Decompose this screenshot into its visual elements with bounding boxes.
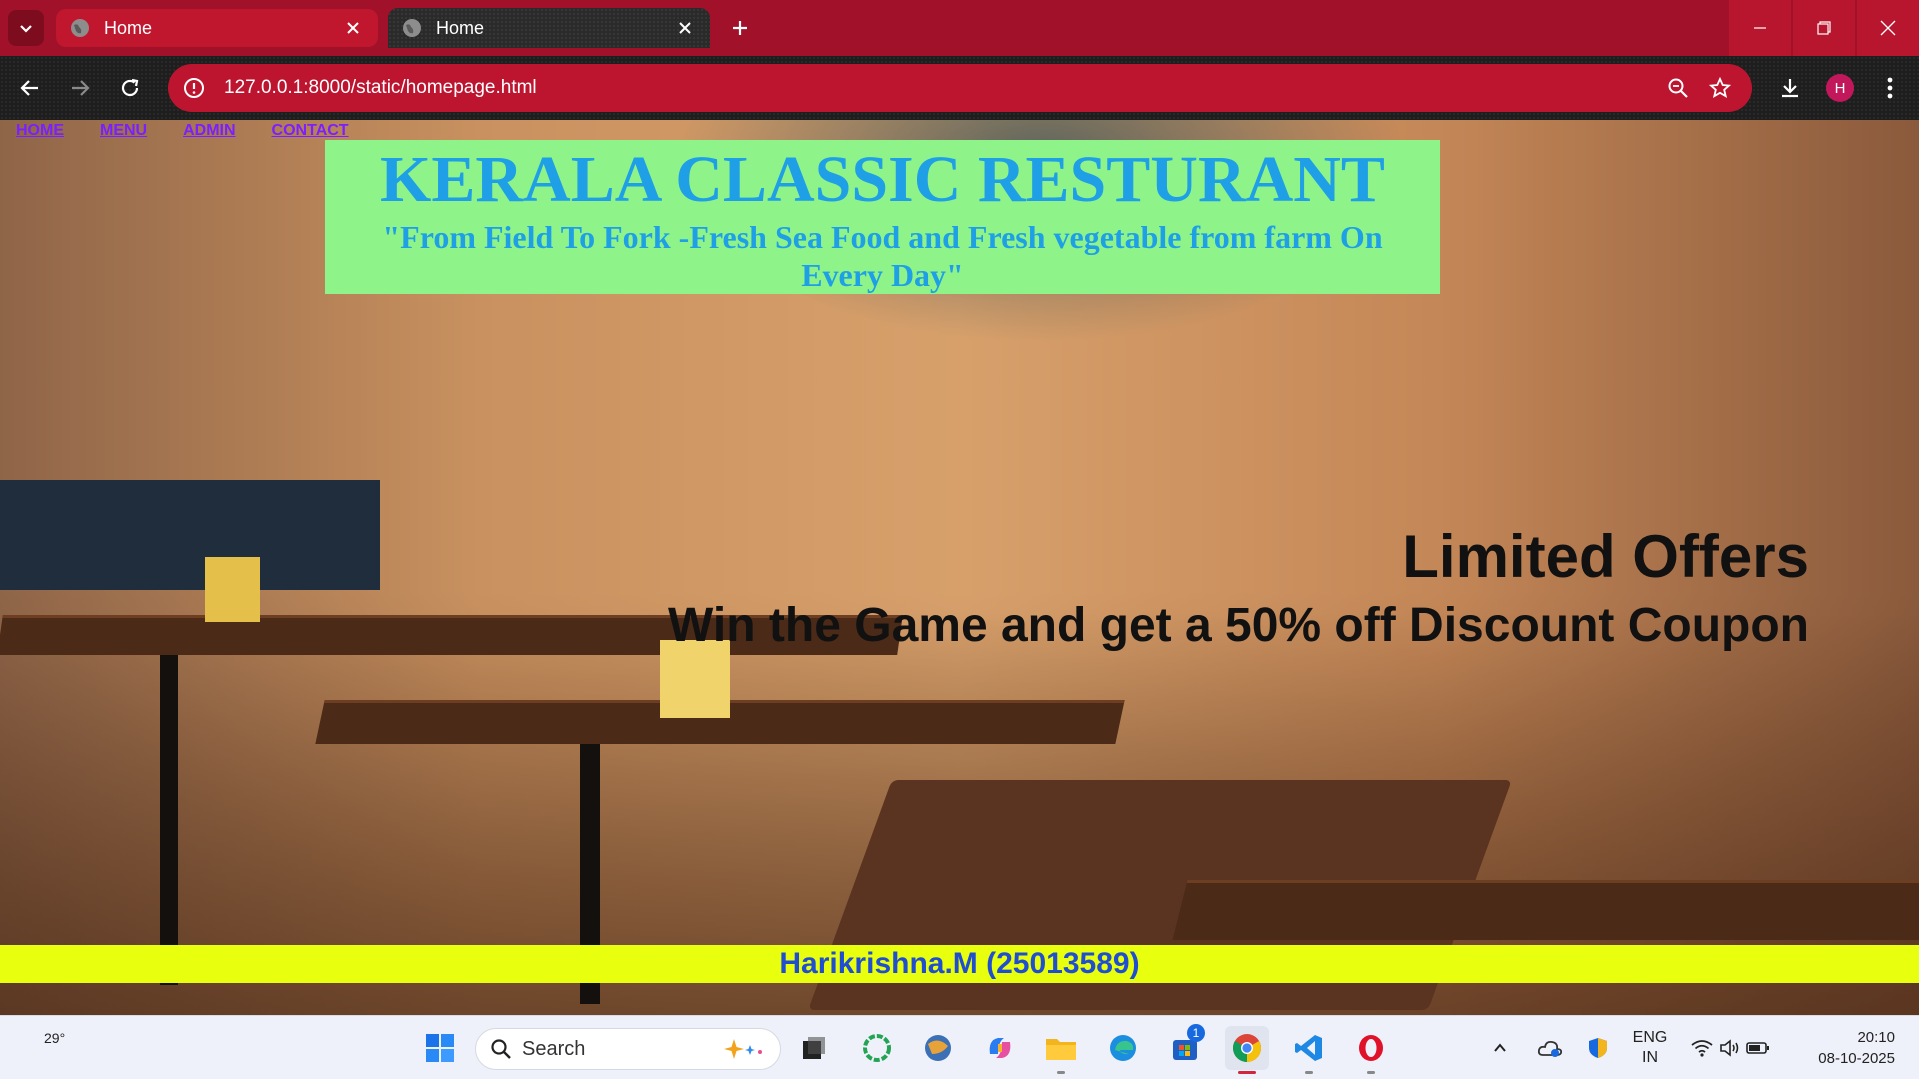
browser-app-icon [925, 1035, 951, 1061]
reload-button[interactable] [112, 70, 148, 106]
chevron-down-icon [20, 25, 32, 33]
system-clock[interactable]: 20:10 08-10-2025 [1818, 1027, 1895, 1069]
volume-icon [1720, 1039, 1739, 1057]
avatar: H [1826, 74, 1854, 102]
tab-search-button[interactable] [8, 10, 44, 46]
file-explorer-icon [1046, 1039, 1076, 1060]
restore-button[interactable] [1793, 0, 1855, 56]
temperature: 29° [44, 1030, 66, 1046]
forward-button[interactable] [62, 70, 98, 106]
search-placeholder: Search [522, 1037, 586, 1060]
browser-tab-2[interactable]: Home [388, 8, 710, 48]
copilot-button[interactable] [978, 1026, 1022, 1070]
quick-settings-button[interactable] [1685, 1026, 1775, 1070]
downloads-button[interactable] [1772, 70, 1808, 106]
nav-home-link[interactable]: HOME [16, 122, 64, 140]
start-button[interactable] [418, 1026, 462, 1070]
tab-title: Home [104, 17, 153, 38]
task-view-icon [803, 1037, 825, 1059]
nav-contact-link[interactable]: CONTACT [272, 122, 349, 140]
minimize-icon [1754, 27, 1766, 29]
store-button[interactable]: 1 [1163, 1024, 1207, 1070]
language-indicator[interactable]: ENG IN [1630, 1028, 1670, 1068]
copilot-ring-button[interactable] [855, 1026, 899, 1070]
browser-tab-1[interactable]: Home [56, 9, 378, 47]
battery-icon [1746, 1042, 1769, 1054]
restaurant-title: KERALA CLASSIC RESTURANT [380, 143, 1385, 216]
tab-close-button[interactable] [674, 17, 696, 39]
browser-menu-button[interactable] [1872, 70, 1908, 106]
browser-tab-bar: Home Home [0, 0, 1919, 56]
clock-date: 08-10-2025 [1818, 1050, 1895, 1067]
close-icon [679, 22, 691, 34]
onedrive-tray-button[interactable] [1530, 1026, 1570, 1070]
offer-heading: Limited Offers [1402, 523, 1809, 590]
copilot-icon [989, 1038, 1011, 1058]
file-explorer-button[interactable] [1039, 1026, 1083, 1074]
back-button[interactable] [12, 70, 48, 106]
opera-button[interactable] [1349, 1026, 1393, 1074]
cloud-icon [1537, 1040, 1563, 1057]
notification-badge: 1 [1187, 1024, 1205, 1042]
edge-icon [1110, 1035, 1136, 1061]
plus-icon [733, 21, 747, 35]
clock-time: 20:10 [1857, 1029, 1895, 1046]
kebab-menu-icon [1887, 77, 1893, 99]
taskbar-search[interactable]: Search [475, 1028, 781, 1070]
arrow-right-icon [72, 80, 90, 96]
restore-icon [1817, 21, 1831, 35]
bookmark-button[interactable] [1706, 74, 1734, 102]
wifi-icon [1691, 1040, 1713, 1057]
tab-title: Home [436, 17, 485, 38]
tab-close-button[interactable] [342, 17, 364, 39]
copilot-ring-icon [863, 1034, 891, 1062]
vscode-button[interactable] [1287, 1026, 1331, 1074]
sparkle-icon [724, 1039, 762, 1059]
browser-toolbar: 127.0.0.1:8000/static/homepage.html H [0, 56, 1919, 120]
minimize-button[interactable] [1729, 0, 1791, 56]
security-tray-button[interactable] [1578, 1026, 1618, 1070]
task-view-button[interactable] [792, 1026, 836, 1070]
start-icon [426, 1034, 454, 1062]
new-tab-button[interactable] [724, 12, 756, 44]
zoom-icon [1668, 78, 1688, 98]
chrome-button[interactable] [1225, 1026, 1269, 1074]
footer-credit: Harikrishna.M (25013589) [0, 945, 1919, 983]
arrow-left-icon [20, 80, 38, 96]
close-icon [1880, 20, 1896, 36]
nav-menu-link[interactable]: MENU [100, 122, 147, 140]
site-nav: HOME MENU ADMIN CONTACT [16, 122, 349, 140]
offer-description: Win the Game and get a 50% off Discount … [668, 599, 1809, 652]
close-window-button[interactable] [1857, 0, 1919, 56]
download-icon [1782, 79, 1798, 98]
language-code: ENG [1632, 1029, 1668, 1046]
chrome-icon [1233, 1034, 1261, 1062]
globe-icon [403, 19, 421, 37]
chevron-up-icon [1494, 1043, 1506, 1052]
page-viewport: HOME MENU ADMIN CONTACT KERALA CLASSIC R… [0, 120, 1919, 1015]
region-code: IN [1642, 1049, 1658, 1066]
close-icon [347, 22, 359, 34]
search-icon [491, 1039, 511, 1059]
reload-icon [121, 78, 139, 97]
restaurant-tagline: "From Field To Fork -Fresh Sea Food and … [382, 219, 1383, 293]
star-icon [1709, 77, 1731, 99]
profile-button[interactable]: H [1822, 70, 1858, 106]
taskbar: 29° Search 1 ENG IN 20:10 08-10-2025 [0, 1015, 1919, 1079]
nav-admin-link[interactable]: ADMIN [183, 122, 235, 140]
vscode-icon [1295, 1035, 1322, 1061]
address-bar[interactable]: 127.0.0.1:8000/static/homepage.html [168, 64, 1752, 112]
hero-banner: KERALA CLASSIC RESTURANT "From Field To … [325, 140, 1440, 294]
info-icon[interactable] [182, 76, 206, 100]
edge-button[interactable] [1101, 1026, 1145, 1070]
url-text[interactable]: 127.0.0.1:8000/static/homepage.html [224, 77, 1664, 99]
browser-app-button[interactable] [916, 1026, 960, 1070]
weather-widget[interactable]: 29° [44, 1030, 65, 1046]
shield-icon [1589, 1038, 1607, 1058]
show-hidden-icons-button[interactable] [1485, 1026, 1515, 1070]
opera-icon [1359, 1035, 1383, 1061]
zoom-button[interactable] [1664, 74, 1692, 102]
globe-icon [71, 19, 89, 37]
